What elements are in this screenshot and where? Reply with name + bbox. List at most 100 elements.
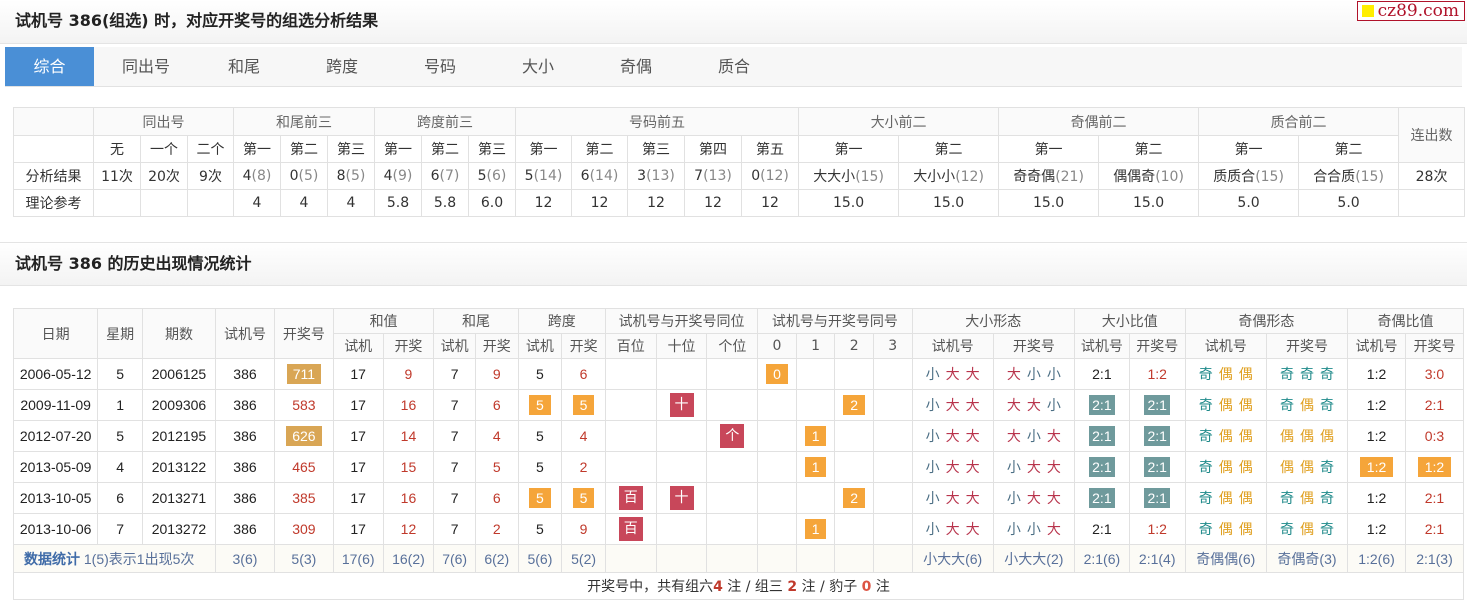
date: 2012-07-20 [19,428,92,444]
oe-ratio-test: 1:2 [1366,428,1387,444]
result-value: 7 [694,168,704,184]
tail-draw-cell: 9 [474,358,519,390]
result-hewei: 0(5) [280,162,329,190]
sub-header: 第一 [515,135,573,163]
col-sum: 和值 [332,308,435,334]
same-pos-cell [706,389,759,421]
stat-bsr-test: 2:1(6) [1073,544,1130,573]
oe-form-draw: 奇偶奇 [1265,482,1349,514]
tab-haoma[interactable]: 号码 [391,47,489,86]
tab-tongchu[interactable]: 同出号 [97,47,195,86]
tab-zhihe[interactable]: 质合 [685,47,783,86]
bs-char: 大 [945,460,960,476]
blank-cell [13,135,94,163]
oe-char: 奇 [1299,367,1314,383]
tab-kuadu[interactable]: 跨度 [293,47,391,86]
same-num-badge: 1 [804,519,827,539]
same-num-cell [757,482,797,514]
date-cell: 2012-07-20 [12,420,99,452]
sub-header: 第五 [741,135,800,163]
col-issue: 期数 [141,308,217,359]
group-jiou: 奇偶前二 [998,107,1200,136]
result-haoma: 5(14) [515,162,573,190]
sub-header: 开奖 [382,333,435,359]
summary-prefix: 开奖号中，共有组六 [587,579,714,595]
span-test-cell: 5 [517,513,563,545]
bs-char: 大 [1046,522,1061,538]
draw-number: 711 [286,364,322,384]
span-draw: 4 [579,428,588,444]
result-hewei: 8(5) [327,162,376,190]
week: 5 [116,428,124,444]
bs-char: 小 [1046,398,1061,414]
same-num-cell [757,451,797,483]
empty-cell [795,544,836,573]
test-cell: 386 [215,513,275,545]
result-count: (12) [760,168,789,184]
stats-note: 1(5)表示1出现5次 [83,550,195,567]
stat-oer-test: 1:2(6) [1347,544,1406,573]
empty-cell [186,189,235,217]
sub-header: 第二 [1298,135,1400,163]
result-lianchu: 28次 [1398,162,1466,190]
same-pos-cell [655,451,708,483]
tab-hewei[interactable]: 和尾 [195,47,293,86]
zu3-count: 2 [787,579,798,595]
oe-char: 偶 [1238,460,1253,476]
tail-test-cell: 7 [433,389,476,421]
draw-cell: 465 [273,451,334,483]
same-num-cell [872,451,913,483]
tab-daxiao[interactable]: 大小 [489,47,587,86]
bs-char: 大 [965,398,980,414]
week: 4 [116,459,124,475]
oe-char: 奇 [1279,522,1294,538]
sub-header: 试机 [332,333,384,359]
site-logo[interactable]: cz89.com [1356,1,1465,21]
bs-ratio-draw: 2:1 [1144,426,1170,446]
oe-ratio-draw: 2:1 [1404,389,1465,421]
tab-zonghe[interactable]: 综合 [5,47,94,86]
bs-char: 大 [945,398,960,414]
oe-char: 偶 [1279,429,1294,445]
bs-form-draw: 大小大 [992,420,1075,452]
same-pos-cell: 百 [604,513,657,545]
same-num-badge: 0 [766,364,788,384]
tab-jiou[interactable]: 奇偶 [587,47,685,86]
span-test: 5 [536,366,544,382]
sub-header: 个位 [706,333,759,359]
history-row: 2006-05-12 5 2006125 386 711 17 9 7 9 5 6 0 小大大大小小 2:… [12,358,1465,390]
same-num-badge: 2 [843,395,866,415]
draw-number: 465 [292,459,316,475]
oe-char: 偶 [1299,522,1314,538]
sum-test: 17 [350,490,366,506]
bs-char: 小 [1026,429,1041,445]
col-same-pos: 试机号与开奖号同位 [604,308,759,334]
result-row: 分析结果 11次 20次 9次 4(8) 0(5) 8(5) 4(9) 6(7) 5(6) 5(1… [13,162,1466,190]
sum-test: 17 [350,428,366,444]
col-date: 日期 [12,308,99,359]
oe-form-test: 奇偶偶 [1184,482,1267,514]
stat-span-test: 5(6) [517,544,563,573]
week-cell: 1 [97,389,143,421]
sub-header: 二个 [186,135,235,163]
bs-char: 大 [1046,460,1061,476]
bs-ratio-test: 2:1 [1073,389,1130,421]
result-haoma: 6(14) [571,162,629,190]
result-count: (8) [251,168,272,184]
bs-char: 大 [945,429,960,445]
same-num-cell [795,389,836,421]
oe-ratio-test: 1:2 [1347,482,1406,514]
theory-hewei: 4 [327,189,376,217]
history-row: 2012-07-20 5 2012195 386 626 17 14 7 4 5 4 个 1 小大大大小大… [12,420,1465,452]
sum-draw: 14 [400,428,417,444]
stat-sum-draw: 16(2) [382,544,435,573]
tail-test: 7 [450,490,459,506]
corner-cell [13,107,94,136]
oe-char: 偶 [1238,367,1253,383]
draw-number: 583 [292,397,316,413]
same-pos-badge: 百 [618,486,643,510]
same-num-badge: 2 [843,488,866,508]
oe-char: 奇 [1198,429,1213,445]
bs-form-test: 小大大 [911,451,994,483]
oe-ratio-draw: 3:0 [1404,358,1465,390]
